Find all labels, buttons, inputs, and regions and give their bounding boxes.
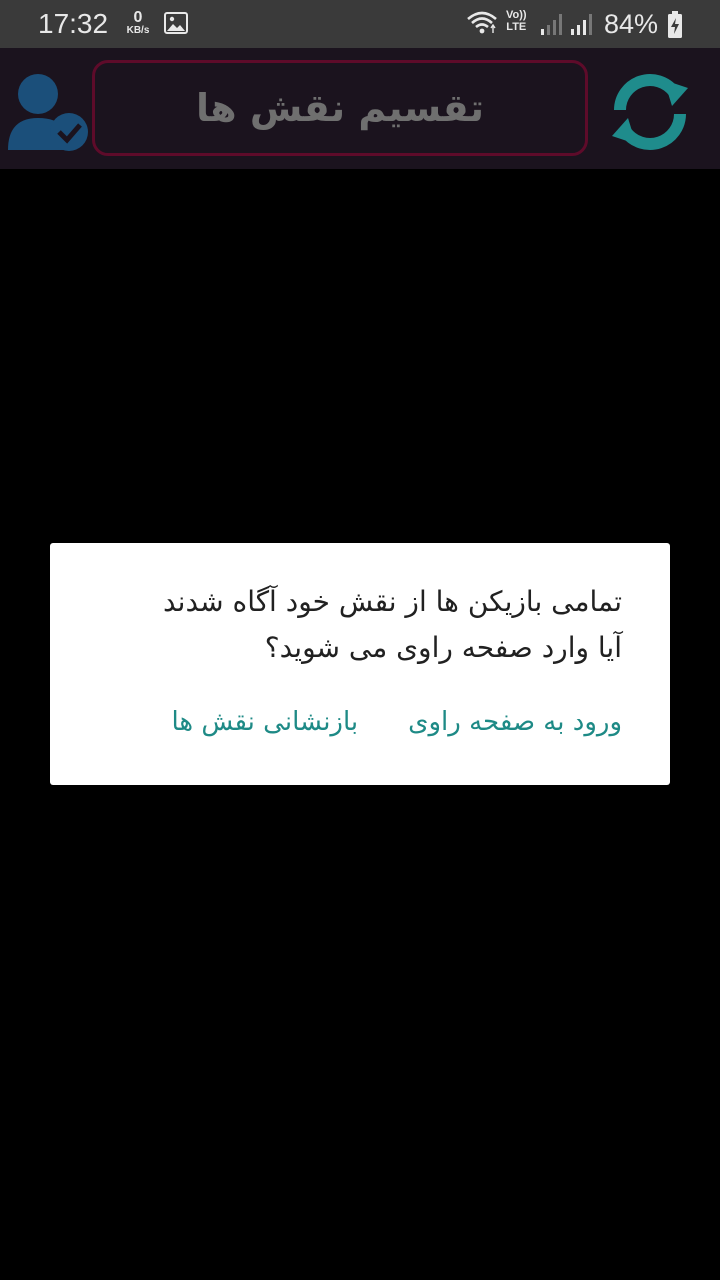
battery-charging-icon bbox=[667, 11, 683, 43]
reset-roles-button[interactable]: بازنشانی نقش ها bbox=[171, 707, 358, 737]
signal-icon bbox=[540, 12, 564, 40]
app-toolbar: تقسیم نقش ها bbox=[0, 48, 720, 169]
network-speed: 0 KB/s bbox=[122, 10, 154, 36]
user-check-icon[interactable] bbox=[6, 70, 92, 158]
status-bar: 17:32 0 KB/s Vo)) LTE 84% bbox=[0, 0, 720, 48]
signal-icon bbox=[570, 12, 594, 40]
confirm-dialog: تمامی بازیکن ها از نقش خود آگاه شدند آیا… bbox=[50, 543, 670, 785]
network-speed-value: 0 bbox=[133, 9, 143, 26]
volte-label: Vo)) bbox=[506, 9, 527, 21]
volte-indicator: Vo)) LTE bbox=[506, 9, 527, 33]
gallery-icon bbox=[164, 12, 188, 38]
dialog-actions: ورود به صفحه راوی بازنشانی نقش ها bbox=[171, 707, 622, 737]
page-title: تقسیم نقش ها bbox=[195, 86, 484, 130]
dialog-message: تمامی بازیکن ها از نقش خود آگاه شدند آیا… bbox=[162, 585, 622, 664]
network-speed-unit: KB/s bbox=[126, 25, 150, 36]
enter-narrator-page-button[interactable]: ورود به صفحه راوی bbox=[408, 707, 622, 737]
refresh-icon[interactable] bbox=[608, 70, 692, 158]
battery-percent: 84% bbox=[604, 9, 659, 39]
title-box: تقسیم نقش ها bbox=[92, 60, 588, 156]
status-time: 17:32 bbox=[38, 8, 109, 39]
lte-label: LTE bbox=[506, 20, 527, 33]
wifi-icon bbox=[466, 10, 498, 40]
